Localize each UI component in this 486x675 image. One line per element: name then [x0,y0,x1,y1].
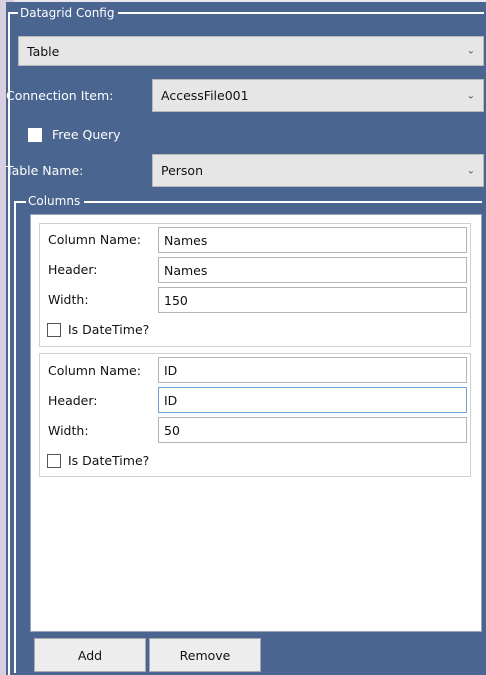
column-name-input[interactable] [158,227,467,253]
source-type-dropdown[interactable]: Table ⌄ [18,36,484,66]
table-name-dropdown[interactable]: Person ⌄ [152,154,484,187]
table-name-value: Person [161,163,204,178]
remove-button[interactable]: Remove [149,638,261,672]
width-label: Width: [48,423,89,438]
width-input[interactable] [158,287,467,313]
column-entry: Column Name: Header: Width: Is DateTime? [39,223,471,347]
header-label: Header: [48,262,98,277]
connection-item-label: Connection Item: [6,88,114,103]
chevron-down-icon: ⌄ [466,90,475,101]
free-query-label: Free Query [52,127,121,142]
table-name-label: Table Name: [6,163,84,178]
columns-title: Columns [26,193,85,209]
source-type-value: Table [27,43,60,59]
columns-list[interactable]: Column Name: Header: Width: Is DateTime?… [30,214,482,632]
column-entry: Column Name: Header: Width: Is DateTime? [39,353,471,477]
groupbox-border [8,12,10,675]
add-button[interactable]: Add [34,638,146,672]
is-datetime-label: Is DateTime? [68,453,150,468]
column-name-label: Column Name: [48,232,141,247]
column-name-label: Column Name: [48,363,141,378]
is-datetime-checkbox[interactable] [47,454,61,468]
chevron-down-icon: ⌄ [466,45,475,57]
is-datetime-label: Is DateTime? [68,322,150,337]
chevron-down-icon: ⌄ [466,165,475,176]
datagrid-config-title: Datagrid Config [18,5,119,21]
column-name-input[interactable] [158,357,467,383]
width-input[interactable] [158,417,467,443]
width-label: Width: [48,292,89,307]
header-label: Header: [48,393,98,408]
header-input[interactable] [158,387,467,413]
connection-item-value: AccessFile001 [161,88,249,103]
free-query-checkbox[interactable] [28,128,42,142]
is-datetime-checkbox[interactable] [47,323,61,337]
connection-item-dropdown[interactable]: AccessFile001 ⌄ [152,79,484,112]
header-input[interactable] [158,257,467,283]
